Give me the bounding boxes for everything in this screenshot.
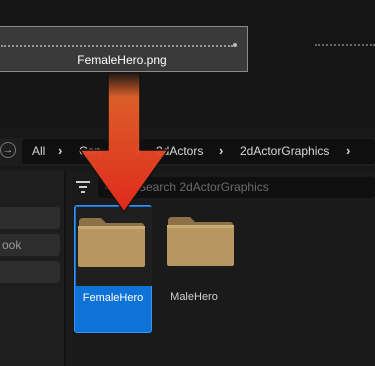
- asset-name: FemaleHero: [82, 292, 144, 304]
- sidebar-item[interactable]: [0, 207, 60, 229]
- drag-preview: FemaleHero.png: [0, 26, 248, 72]
- sidebar-item[interactable]: [0, 261, 60, 283]
- drag-dot: [233, 43, 237, 47]
- asset-tile-femalehero[interactable]: FemaleHero: [74, 205, 152, 333]
- breadcrumb-item-all[interactable]: All: [32, 144, 45, 158]
- folder-icon: [78, 218, 145, 267]
- dotted-divider: [315, 44, 375, 46]
- asset-name: MaleHero: [170, 291, 218, 303]
- drag-arrow-icon: [78, 72, 170, 214]
- drag-filename: FemaleHero.png: [77, 53, 167, 67]
- asset-tile-malehero[interactable]: MaleHero: [155, 205, 234, 333]
- search-input[interactable]: [138, 178, 368, 196]
- chevron-right-icon[interactable]: ›: [219, 143, 223, 158]
- history-icon[interactable]: →: [0, 142, 16, 158]
- breadcrumb-item-2dactorgraphics[interactable]: 2dActorGraphics: [240, 144, 329, 158]
- chevron-right-icon[interactable]: ›: [58, 143, 62, 158]
- sidebar-item-label: ook: [2, 238, 22, 252]
- chevron-right-icon[interactable]: ›: [346, 143, 350, 158]
- folder-icon: [167, 217, 234, 266]
- dotted-divider: [1, 45, 233, 47]
- sidebar-item[interactable]: ook: [0, 234, 60, 256]
